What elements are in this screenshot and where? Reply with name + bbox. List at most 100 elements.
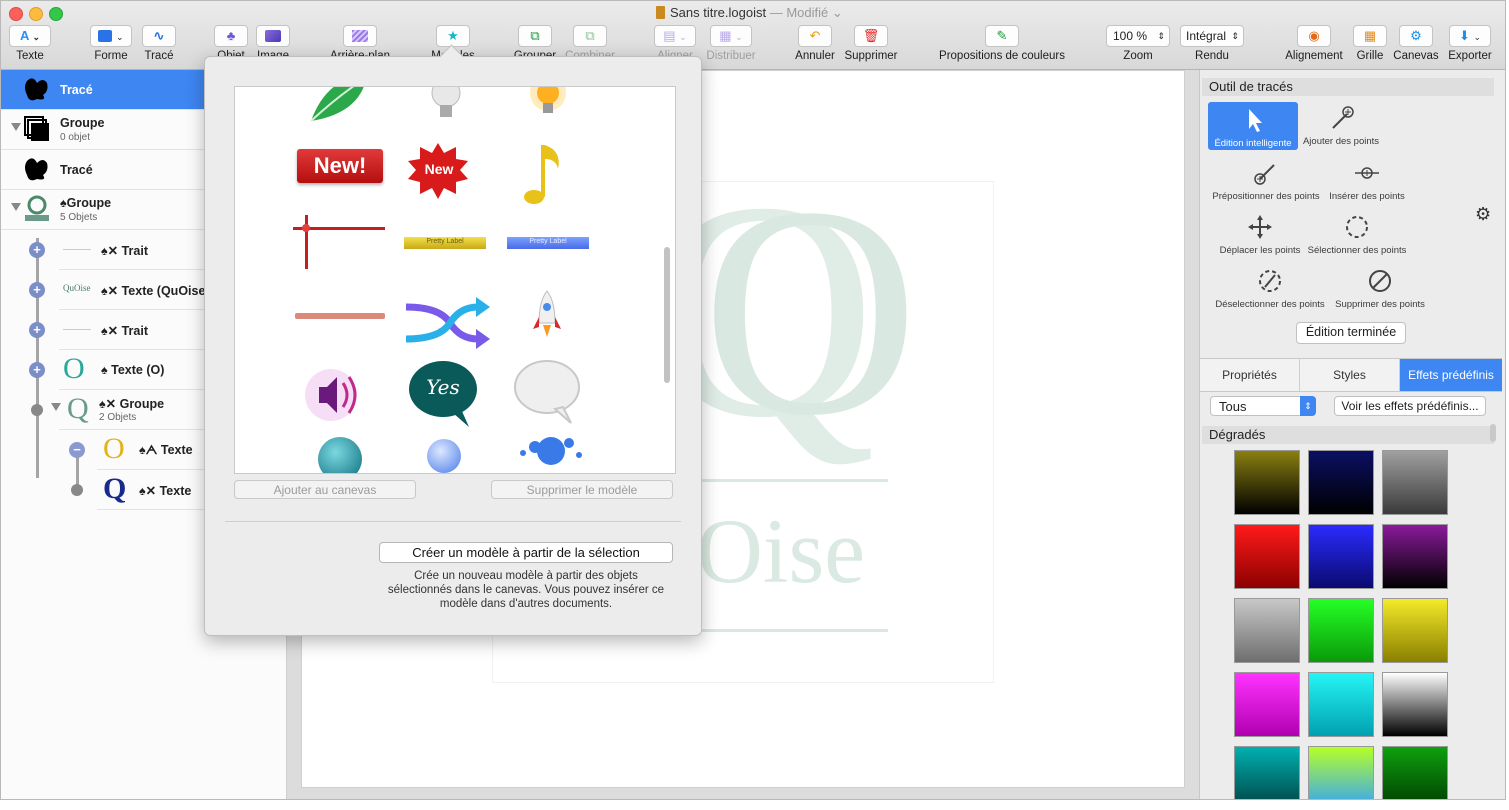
stepper-icon[interactable]: ⇕: [1157, 26, 1165, 46]
path-curve-icon[interactable]: ∿: [142, 25, 176, 47]
tool-insert-points[interactable]: Insérer des points: [1320, 157, 1414, 202]
scrollbar-thumb[interactable]: [1490, 424, 1496, 442]
model-teal-sphere[interactable]: [310, 433, 410, 473]
add-to-canvas-button[interactable]: Ajouter au canevas: [234, 480, 416, 499]
toolbar-alignement[interactable]: ◉ Alignement: [1283, 25, 1345, 67]
model-music-note[interactable]: [500, 133, 600, 213]
toolbar-zoom[interactable]: 100 % ⇕ Zoom: [1105, 25, 1171, 67]
group-icon[interactable]: ⧉: [518, 25, 552, 47]
model-leaf[interactable]: [297, 87, 397, 127]
model-ribbon-corner[interactable]: [293, 211, 393, 291]
text-tool-icon[interactable]: A ⌄: [9, 25, 51, 47]
model-pink-bar[interactable]: [293, 283, 393, 363]
gradient-swatch[interactable]: [1308, 598, 1374, 663]
combine-icon[interactable]: ⧉: [573, 25, 607, 47]
model-bulb-lit[interactable]: [500, 87, 600, 127]
gradient-swatch[interactable]: [1308, 746, 1374, 799]
tool-smart-edit[interactable]: Édition intelligente: [1208, 102, 1298, 150]
model-blue-label[interactable]: Pretty Label: [503, 211, 603, 291]
model-new-starburst[interactable]: New: [400, 133, 500, 213]
gradient-swatch[interactable]: [1308, 450, 1374, 515]
tool-deselect-points[interactable]: Déselectionner des points: [1208, 265, 1332, 310]
shape-icon[interactable]: ⌄: [90, 25, 132, 47]
model-yes-bubble[interactable]: Yes: [403, 355, 503, 435]
toolbar-exporter[interactable]: ⬇ ⌄ Exporter: [1445, 25, 1495, 67]
presets-filter-select[interactable]: Tous ⇕: [1210, 396, 1316, 416]
gradient-swatch[interactable]: [1382, 524, 1448, 589]
toolbar-distribuer[interactable]: ▦ ⌄ Distribuer: [705, 25, 757, 67]
add-point-icon[interactable]: +: [29, 362, 45, 378]
close-window-button[interactable]: [9, 7, 23, 21]
model-splash[interactable]: [511, 433, 611, 473]
model-shuffle[interactable]: [400, 283, 500, 363]
color-suggestions-icon[interactable]: ✎: [985, 25, 1019, 47]
gear-icon[interactable]: ⚙: [1399, 25, 1433, 47]
gradient-swatch[interactable]: [1308, 524, 1374, 589]
gradient-swatch[interactable]: [1234, 672, 1300, 737]
zoom-window-button[interactable]: [49, 7, 63, 21]
image-icon[interactable]: [256, 25, 290, 47]
gradient-swatch[interactable]: [1234, 450, 1300, 515]
gradient-swatch[interactable]: [1234, 746, 1300, 799]
zoom-stepper[interactable]: 100 % ⇕: [1106, 25, 1170, 47]
add-point-icon[interactable]: +: [29, 282, 45, 298]
models-scrollbar-thumb[interactable]: [664, 247, 670, 383]
gradient-swatch[interactable]: [1308, 672, 1374, 737]
model-new-banner[interactable]: New!: [297, 133, 397, 213]
view-presets-button[interactable]: Voir les effets prédéfinis...: [1334, 396, 1486, 416]
tool-select-points[interactable]: Sélectionner des points: [1302, 211, 1412, 256]
disclosure-triangle-icon[interactable]: [11, 123, 21, 131]
gradient-swatch[interactable]: [1234, 524, 1300, 589]
toolbar-supprimer[interactable]: 🗑 Supprimer: [843, 25, 899, 67]
distribute-icon[interactable]: ▦ ⌄: [710, 25, 752, 47]
undo-icon[interactable]: ↶: [798, 25, 832, 47]
model-yellow-label[interactable]: Pretty Label: [400, 211, 500, 291]
minimize-window-button[interactable]: [29, 7, 43, 21]
remove-point-icon[interactable]: −: [69, 442, 85, 458]
toolbar-canevas[interactable]: ⚙ Canevas: [1393, 25, 1439, 67]
gradient-swatch[interactable]: [1382, 746, 1448, 799]
tab-proprietes[interactable]: Propriétés: [1200, 359, 1300, 391]
disclosure-triangle-icon[interactable]: [11, 203, 21, 211]
stepper-icon[interactable]: ⇕: [1231, 26, 1239, 46]
target-icon[interactable]: ◉: [1297, 25, 1331, 47]
model-rocket[interactable]: [503, 283, 603, 363]
toolbar-rendu[interactable]: Intégral ⇕ Rendu: [1179, 25, 1245, 67]
toolbar-annuler[interactable]: ↶ Annuler: [793, 25, 837, 67]
model-white-bubble[interactable]: [507, 355, 607, 435]
gear-icon[interactable]: ⚙: [1475, 204, 1491, 225]
stepper-icon[interactable]: ⇕: [1300, 396, 1316, 416]
edit-done-button[interactable]: Édition terminée: [1296, 322, 1406, 344]
disclosure-triangle-icon[interactable]: [51, 403, 61, 411]
toolbar-forme[interactable]: ⌄ Forme: [89, 25, 133, 67]
toolbar-trace[interactable]: ∿ Tracé: [141, 25, 177, 67]
tool-move-points[interactable]: Déplacer les points: [1208, 211, 1312, 256]
toolbar-texte[interactable]: A ⌄ Texte: [8, 25, 52, 67]
add-point-icon[interactable]: +: [29, 242, 45, 258]
model-speaker[interactable]: [297, 355, 397, 435]
tab-styles[interactable]: Styles: [1300, 359, 1400, 391]
gradient-swatch[interactable]: [1382, 672, 1448, 737]
star-icon[interactable]: ★: [436, 25, 470, 47]
gradient-swatch[interactable]: [1382, 450, 1448, 515]
create-model-button[interactable]: Créer un modèle à partir de la sélection: [379, 542, 673, 563]
gradient-swatch[interactable]: [1234, 598, 1300, 663]
club-icon[interactable]: ♣: [214, 25, 248, 47]
model-bulb[interactable]: [400, 87, 500, 127]
tool-reposition-points[interactable]: Prépositionner des points: [1208, 157, 1324, 202]
toolbar-propositions[interactable]: ✎ Propositions de couleurs: [935, 25, 1069, 67]
tab-effets-predefinis[interactable]: Effets prédéfinis: [1400, 359, 1502, 391]
tool-add-points[interactable]: Ajouter des points: [1296, 102, 1386, 147]
tool-delete-points[interactable]: Supprimer des points: [1332, 265, 1428, 310]
toolbar-grille[interactable]: ▦ Grille: [1351, 25, 1389, 67]
add-point-icon[interactable]: +: [29, 322, 45, 338]
chevron-down-icon[interactable]: ⌄: [828, 5, 843, 20]
delete-model-button[interactable]: Supprimer le modèle: [491, 480, 673, 499]
grid-icon[interactable]: ▦: [1353, 25, 1387, 47]
render-select[interactable]: Intégral ⇕: [1180, 25, 1244, 47]
align-icon[interactable]: ▤ ⌄: [654, 25, 696, 47]
trash-icon[interactable]: 🗑: [854, 25, 888, 47]
gradient-swatch[interactable]: [1382, 598, 1448, 663]
background-icon[interactable]: [343, 25, 377, 47]
model-blue-orb[interactable]: [423, 433, 523, 473]
